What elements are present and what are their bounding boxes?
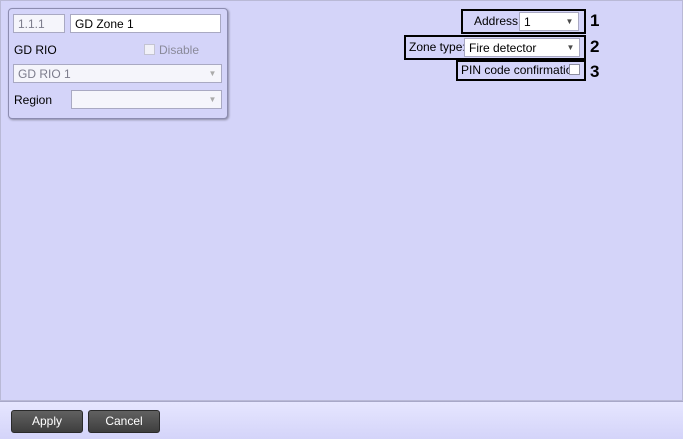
callout-number-3: 3 — [590, 62, 600, 81]
apply-button[interactable]: Apply — [11, 410, 83, 433]
object-name-field[interactable]: GD Zone 1 — [70, 14, 221, 33]
disable-label: Disable — [159, 43, 200, 57]
zone-type-label: Zone type: — [409, 40, 466, 54]
zone-type-value: Fire detector — [469, 41, 537, 55]
region-select[interactable]: ▼ — [71, 90, 222, 109]
footer-bar: Apply Cancel — [0, 401, 683, 439]
chevron-down-icon: ▼ — [208, 69, 217, 78]
address-label: Address: — [474, 14, 522, 28]
parent-device-value: GD RIO 1 — [18, 67, 71, 81]
region-label: Region — [14, 93, 53, 107]
parent-device-select[interactable]: GD RIO 1 ▼ — [13, 64, 222, 83]
settings-panel: 1.1.1 GD Zone 1 GD RIO Disable GD RIO 1 … — [0, 0, 683, 401]
zone-type-select[interactable]: Fire detector ▼ — [464, 38, 580, 57]
address-value: 1 — [524, 15, 531, 29]
chevron-down-icon: ▼ — [208, 95, 217, 104]
pin-confirmation-checkbox[interactable] — [569, 64, 580, 75]
callout-number-1: 1 — [590, 11, 600, 30]
chevron-down-icon: ▼ — [566, 43, 575, 52]
cancel-button[interactable]: Cancel — [88, 410, 160, 433]
disable-checkbox[interactable] — [144, 44, 155, 55]
callout-number-2: 2 — [590, 37, 600, 56]
parent-device-label: GD RIO — [14, 43, 57, 57]
object-properties-panel: 1.1.1 GD Zone 1 GD RIO Disable GD RIO 1 … — [8, 8, 228, 119]
chevron-down-icon: ▼ — [565, 17, 574, 26]
object-id-field: 1.1.1 — [13, 14, 65, 33]
address-select[interactable]: 1 ▼ — [519, 12, 579, 31]
pin-confirmation-label: PIN code confirmation — [461, 63, 580, 77]
